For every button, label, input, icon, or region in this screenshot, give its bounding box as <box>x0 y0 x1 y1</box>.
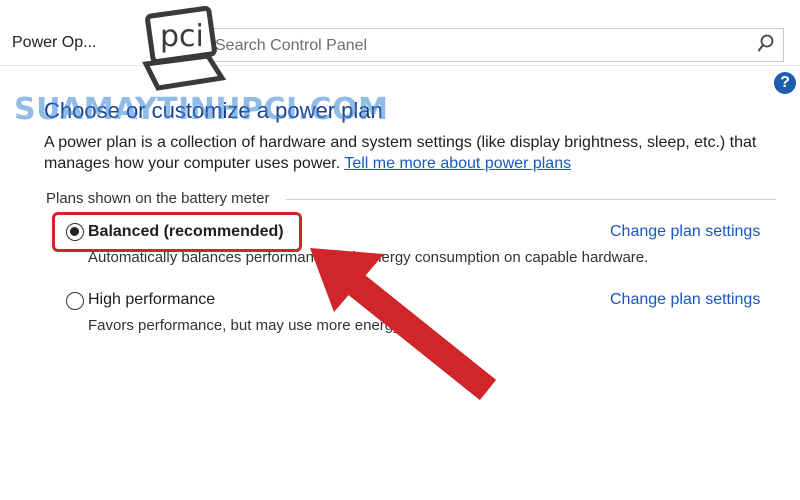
search-input[interactable] <box>215 35 735 57</box>
breadcrumb[interactable]: Power Op... <box>12 34 96 52</box>
high-performance-change-settings-link[interactable]: Change plan settings <box>610 291 760 309</box>
pci-logo: pci <box>142 6 227 91</box>
intro-text: A power plan is a collection of hardware… <box>44 132 774 174</box>
address-bar: Power Op... ↻ <box>0 0 800 66</box>
watermark-text: SUAMAYTINHPCI.COM <box>14 92 389 127</box>
search-icon[interactable] <box>757 34 775 54</box>
high-performance-plan-label[interactable]: High performance <box>88 291 215 309</box>
learn-more-link[interactable]: Tell me more about power plans <box>344 155 571 172</box>
group-divider <box>286 199 776 200</box>
balanced-change-settings-link[interactable]: Change plan settings <box>610 223 760 241</box>
high-performance-radio[interactable] <box>66 292 84 310</box>
search-box[interactable] <box>204 28 784 62</box>
annotation-arrow <box>310 248 497 400</box>
logo-text: pci <box>160 19 204 54</box>
help-icon[interactable]: ? <box>774 72 796 94</box>
highlight-box <box>52 212 302 252</box>
plans-group-title: Plans shown on the battery meter <box>46 190 270 207</box>
